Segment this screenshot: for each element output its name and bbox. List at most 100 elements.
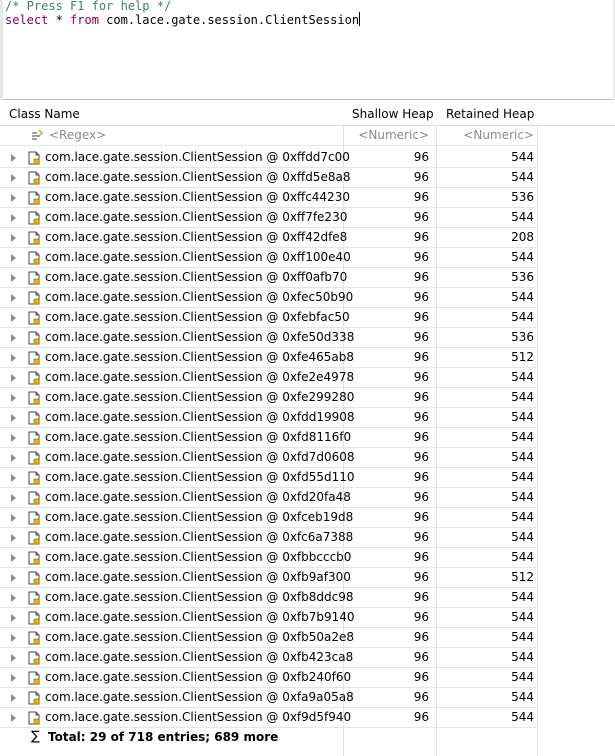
triangle-right-icon[interactable] bbox=[11, 214, 16, 222]
triangle-right-icon[interactable] bbox=[11, 154, 16, 162]
class-name-cell[interactable]: com.lace.gate.session.ClientSession @ 0x… bbox=[0, 648, 353, 668]
table-row[interactable]: com.lace.gate.session.ClientSession @ 0x… bbox=[0, 628, 537, 648]
table-row[interactable]: com.lace.gate.session.ClientSession @ 0x… bbox=[0, 408, 537, 428]
triangle-right-icon[interactable] bbox=[11, 694, 16, 702]
triangle-right-icon[interactable] bbox=[11, 494, 16, 502]
table-row[interactable]: com.lace.gate.session.ClientSession @ 0x… bbox=[0, 168, 537, 188]
class-name-cell[interactable]: com.lace.gate.session.ClientSession @ 0x… bbox=[0, 508, 353, 528]
class-name-cell[interactable]: com.lace.gate.session.ClientSession @ 0x… bbox=[0, 568, 351, 588]
class-name-cell[interactable]: com.lace.gate.session.ClientSession @ 0x… bbox=[0, 248, 351, 268]
table-row[interactable]: com.lace.gate.session.ClientSession @ 0x… bbox=[0, 508, 537, 528]
class-name-cell[interactable]: com.lace.gate.session.ClientSession @ 0x… bbox=[0, 368, 354, 388]
table-row[interactable]: com.lace.gate.session.ClientSession @ 0x… bbox=[0, 208, 537, 228]
triangle-right-icon[interactable] bbox=[11, 454, 16, 462]
triangle-right-icon[interactable] bbox=[11, 414, 16, 422]
triangle-right-icon[interactable] bbox=[11, 574, 16, 582]
table-row[interactable]: com.lace.gate.session.ClientSession @ 0x… bbox=[0, 708, 537, 728]
table-row[interactable]: com.lace.gate.session.ClientSession @ 0x… bbox=[0, 528, 537, 548]
filter-shallow-heap[interactable]: <Numeric> bbox=[343, 126, 436, 146]
triangle-right-icon[interactable] bbox=[11, 434, 16, 442]
class-name-cell[interactable]: com.lace.gate.session.ClientSession @ 0x… bbox=[0, 188, 350, 208]
object-instance-icon bbox=[28, 691, 40, 705]
triangle-right-icon[interactable] bbox=[11, 334, 16, 342]
column-header-retained-heap[interactable]: Retained Heap bbox=[446, 104, 534, 125]
class-name-cell[interactable]: com.lace.gate.session.ClientSession @ 0x… bbox=[0, 468, 355, 488]
table-row[interactable]: com.lace.gate.session.ClientSession @ 0x… bbox=[0, 448, 537, 468]
class-name-cell[interactable]: com.lace.gate.session.ClientSession @ 0x… bbox=[0, 208, 347, 228]
class-name-cell[interactable]: com.lace.gate.session.ClientSession @ 0x… bbox=[0, 268, 347, 288]
class-name-cell[interactable]: com.lace.gate.session.ClientSession @ 0x… bbox=[0, 388, 354, 408]
class-name-cell[interactable]: com.lace.gate.session.ClientSession @ 0x… bbox=[0, 668, 351, 688]
table-row[interactable]: com.lace.gate.session.ClientSession @ 0x… bbox=[0, 548, 537, 568]
table-row[interactable]: com.lace.gate.session.ClientSession @ 0x… bbox=[0, 688, 537, 708]
class-name-cell[interactable]: com.lace.gate.session.ClientSession @ 0x… bbox=[0, 688, 354, 708]
class-name-cell[interactable]: com.lace.gate.session.ClientSession @ 0x… bbox=[0, 548, 351, 568]
column-header-class-name[interactable]: Class Name bbox=[9, 104, 80, 125]
table-row[interactable]: com.lace.gate.session.ClientSession @ 0x… bbox=[0, 388, 537, 408]
table-row[interactable]: com.lace.gate.session.ClientSession @ 0x… bbox=[0, 328, 537, 348]
table-row[interactable]: com.lace.gate.session.ClientSession @ 0x… bbox=[0, 368, 537, 388]
triangle-right-icon[interactable] bbox=[11, 254, 16, 262]
triangle-right-icon[interactable] bbox=[11, 354, 16, 362]
table-row[interactable]: com.lace.gate.session.ClientSession @ 0x… bbox=[0, 348, 537, 368]
class-name-cell[interactable]: com.lace.gate.session.ClientSession @ 0x… bbox=[0, 608, 355, 628]
triangle-right-icon[interactable] bbox=[11, 594, 16, 602]
triangle-right-icon[interactable] bbox=[11, 674, 16, 682]
class-name-cell[interactable]: com.lace.gate.session.ClientSession @ 0x… bbox=[0, 148, 350, 168]
editor-query-line[interactable]: select * from com.lace.gate.session.Clie… bbox=[5, 12, 361, 28]
table-row[interactable]: com.lace.gate.session.ClientSession @ 0x… bbox=[0, 248, 537, 268]
class-name-cell[interactable]: com.lace.gate.session.ClientSession @ 0x… bbox=[0, 328, 354, 348]
table-row[interactable]: com.lace.gate.session.ClientSession @ 0x… bbox=[0, 188, 537, 208]
table-row[interactable]: com.lace.gate.session.ClientSession @ 0x… bbox=[0, 568, 537, 588]
triangle-right-icon[interactable] bbox=[11, 714, 16, 722]
class-name-cell[interactable]: com.lace.gate.session.ClientSession @ 0x… bbox=[0, 528, 353, 548]
triangle-right-icon[interactable] bbox=[11, 514, 16, 522]
class-name-cell[interactable]: com.lace.gate.session.ClientSession @ 0x… bbox=[0, 448, 355, 468]
filter-retained-heap[interactable]: <Numeric> bbox=[436, 126, 537, 146]
class-name-cell[interactable]: com.lace.gate.session.ClientSession @ 0x… bbox=[0, 588, 354, 608]
shallow-heap-value: 96 bbox=[413, 370, 429, 384]
table-row[interactable]: com.lace.gate.session.ClientSession @ 0x… bbox=[0, 608, 537, 628]
shallow-heap-value: 96 bbox=[413, 350, 429, 364]
class-name-cell[interactable]: com.lace.gate.session.ClientSession @ 0x… bbox=[0, 288, 353, 308]
triangle-right-icon[interactable] bbox=[11, 474, 16, 482]
class-name-cell[interactable]: com.lace.gate.session.ClientSession @ 0x… bbox=[0, 628, 354, 648]
table-row[interactable]: com.lace.gate.session.ClientSession @ 0x… bbox=[0, 428, 537, 448]
triangle-right-icon[interactable] bbox=[11, 314, 16, 322]
class-name-cell[interactable]: com.lace.gate.session.ClientSession @ 0x… bbox=[0, 708, 351, 728]
table-row[interactable]: com.lace.gate.session.ClientSession @ 0x… bbox=[0, 148, 537, 168]
class-name-cell[interactable]: com.lace.gate.session.ClientSession @ 0x… bbox=[0, 348, 354, 368]
triangle-right-icon[interactable] bbox=[11, 234, 16, 242]
class-name-cell[interactable]: com.lace.gate.session.ClientSession @ 0x… bbox=[0, 228, 347, 248]
triangle-right-icon[interactable] bbox=[11, 634, 16, 642]
query-editor[interactable]: /* Press F1 for help */ select * from co… bbox=[0, 0, 615, 100]
table-row[interactable]: com.lace.gate.session.ClientSession @ 0x… bbox=[0, 288, 537, 308]
triangle-right-icon[interactable] bbox=[11, 554, 16, 562]
column-header-shallow-heap[interactable]: Shallow Heap bbox=[352, 104, 434, 125]
class-name-cell[interactable]: com.lace.gate.session.ClientSession @ 0x… bbox=[0, 168, 350, 188]
class-name-cell[interactable]: com.lace.gate.session.ClientSession @ 0x… bbox=[0, 308, 350, 328]
table-row[interactable]: com.lace.gate.session.ClientSession @ 0x… bbox=[0, 668, 537, 688]
table-row[interactable]: com.lace.gate.session.ClientSession @ 0x… bbox=[0, 588, 537, 608]
table-row[interactable]: com.lace.gate.session.ClientSession @ 0x… bbox=[0, 468, 537, 488]
triangle-right-icon[interactable] bbox=[11, 274, 16, 282]
filter-cell-class-name[interactable]: <Regex> bbox=[0, 126, 343, 146]
class-name-label: com.lace.gate.session.ClientSession @ 0x… bbox=[45, 570, 351, 584]
table-row[interactable]: com.lace.gate.session.ClientSession @ 0x… bbox=[0, 488, 537, 508]
class-name-cell[interactable]: com.lace.gate.session.ClientSession @ 0x… bbox=[0, 428, 351, 448]
triangle-right-icon[interactable] bbox=[11, 534, 16, 542]
retained-heap-value: 544 bbox=[511, 250, 534, 264]
class-name-cell[interactable]: com.lace.gate.session.ClientSession @ 0x… bbox=[0, 408, 355, 428]
table-row[interactable]: com.lace.gate.session.ClientSession @ 0x… bbox=[0, 308, 537, 328]
triangle-right-icon[interactable] bbox=[11, 394, 16, 402]
triangle-right-icon[interactable] bbox=[11, 614, 16, 622]
triangle-right-icon[interactable] bbox=[11, 654, 16, 662]
triangle-right-icon[interactable] bbox=[11, 294, 16, 302]
triangle-right-icon[interactable] bbox=[11, 374, 16, 382]
table-row[interactable]: com.lace.gate.session.ClientSession @ 0x… bbox=[0, 648, 537, 668]
table-row[interactable]: com.lace.gate.session.ClientSession @ 0x… bbox=[0, 228, 537, 248]
triangle-right-icon[interactable] bbox=[11, 174, 16, 182]
table-row[interactable]: com.lace.gate.session.ClientSession @ 0x… bbox=[0, 268, 537, 288]
triangle-right-icon[interactable] bbox=[11, 194, 16, 202]
class-name-cell[interactable]: com.lace.gate.session.ClientSession @ 0x… bbox=[0, 488, 351, 508]
